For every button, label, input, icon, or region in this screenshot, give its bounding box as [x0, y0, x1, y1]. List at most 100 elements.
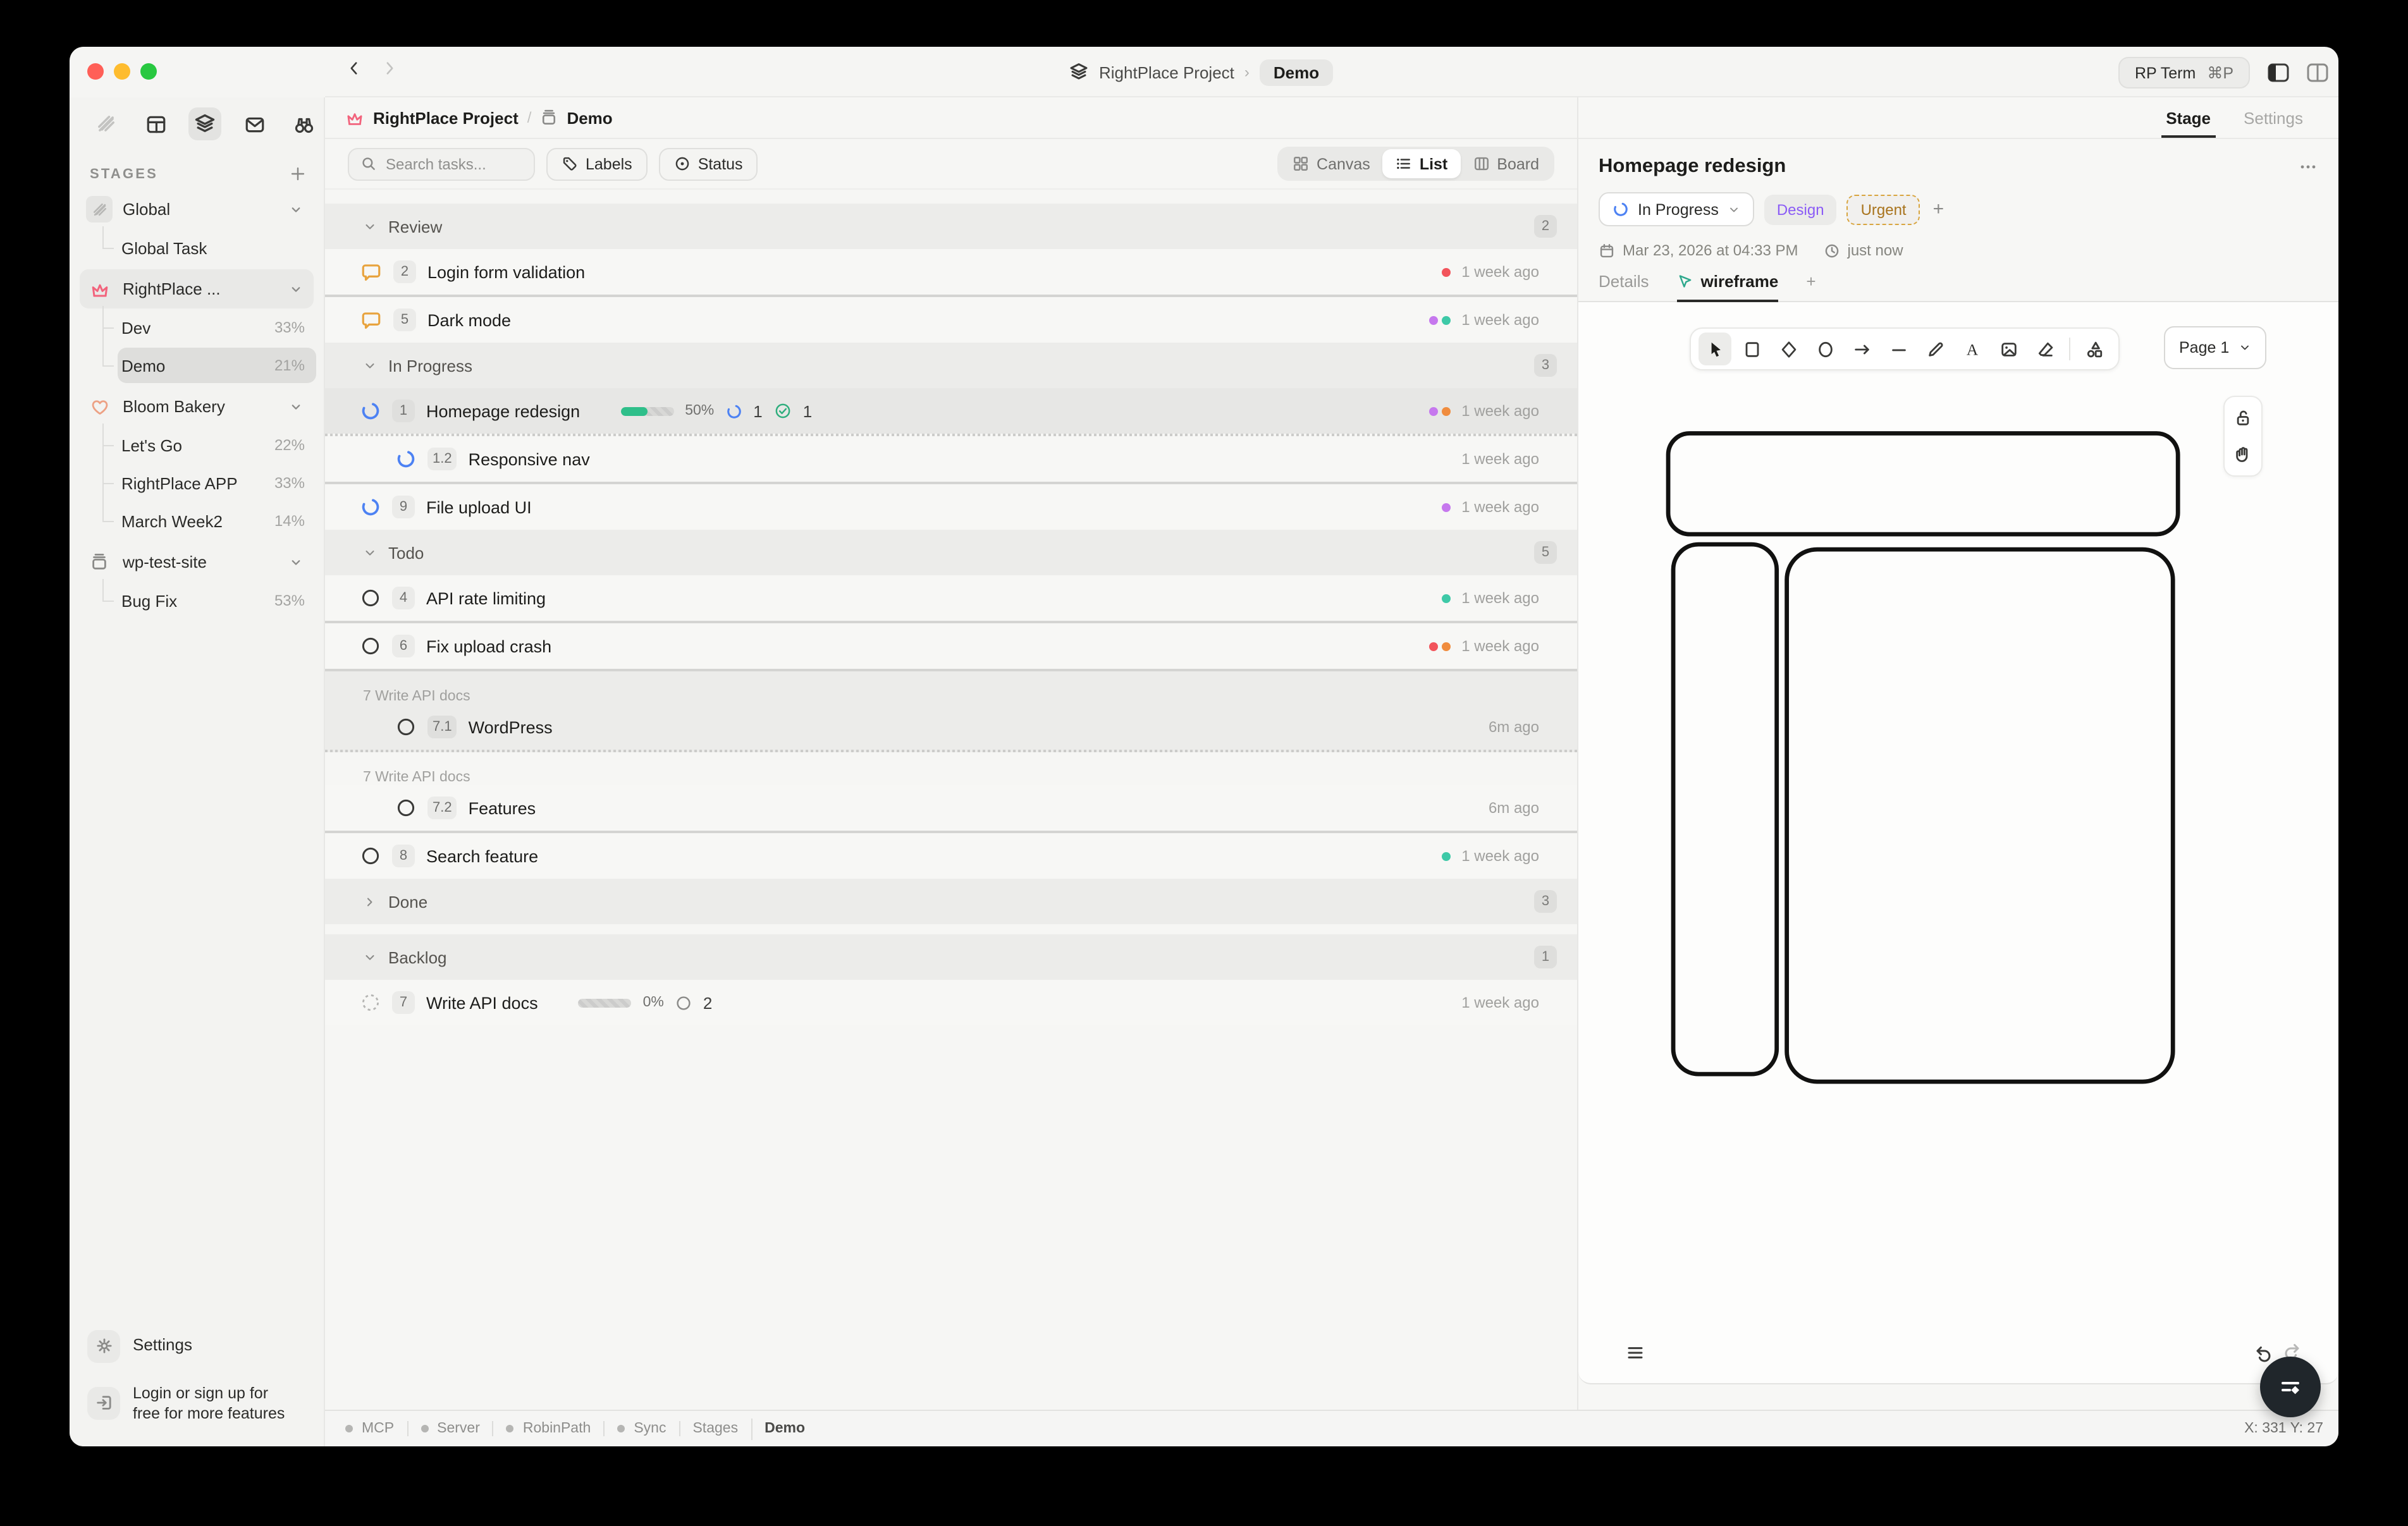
sidebar-item-bug-fix[interactable]: Bug Fix53% — [70, 582, 316, 620]
task-row-selected[interactable]: 1 Homepage redesign 50% 1 1 1 week ago — [325, 388, 1577, 434]
wireframe-rect-body[interactable] — [1787, 549, 2173, 1082]
task-row-subtask[interactable]: 7.1 WordPress 6m ago — [325, 704, 1577, 750]
group-header-todo[interactable]: Todo 5 — [325, 530, 1577, 575]
view-canvas-button[interactable]: Canvas — [1280, 149, 1383, 178]
image-tool-icon[interactable] — [1992, 333, 2025, 365]
tab-settings[interactable]: Settings — [2244, 97, 2303, 138]
sidebar-group-bloom-bakery[interactable]: Bloom Bakery — [80, 387, 314, 426]
binoculars-icon[interactable] — [287, 107, 320, 140]
chevron-down-icon[interactable] — [288, 281, 304, 296]
toggle-right-panel-icon[interactable] — [2307, 63, 2328, 82]
text-tool-icon[interactable]: A — [1955, 333, 1988, 365]
status-dot-icon — [421, 1425, 428, 1432]
arrow-tool-icon[interactable] — [1845, 333, 1878, 365]
chevron-down-icon[interactable] — [288, 202, 304, 217]
diamond-tool-icon[interactable] — [1772, 333, 1805, 365]
task-title: Responsive nav — [469, 449, 590, 468]
undo-icon[interactable] — [2252, 1343, 2273, 1363]
add-stage-icon[interactable] — [290, 166, 306, 182]
hand-tool-icon[interactable] — [2227, 439, 2259, 470]
task-row[interactable]: 6 Fix upload crash 1 week ago — [325, 623, 1577, 669]
parent-task-label: 7 Write API docs — [325, 755, 1577, 785]
tag-urgent[interactable]: Urgent — [1847, 194, 1920, 224]
sidebar-group-global[interactable]: Global — [80, 190, 314, 229]
breadcrumb-current[interactable]: Demo — [1260, 59, 1333, 85]
wireframe-rect-header[interactable] — [1668, 434, 2178, 535]
zoom-window-button[interactable] — [140, 63, 157, 80]
labels-filter-button[interactable]: Labels — [546, 147, 648, 180]
breadcrumb-project[interactable]: RightPlace Project — [1099, 63, 1234, 82]
priority-dot — [1428, 642, 1437, 650]
chevron-down-icon[interactable] — [288, 554, 304, 570]
quick-actions-fab[interactable] — [2260, 1357, 2321, 1417]
task-row[interactable]: 8 Search feature 1 week ago — [325, 833, 1577, 879]
sidebar-item-demo[interactable]: Demo21% — [70, 346, 316, 384]
forward-chevron-icon[interactable] — [381, 59, 398, 77]
app-logo-icon[interactable] — [90, 107, 123, 140]
add-tag-button[interactable]: + — [1931, 198, 1947, 220]
terminal-button[interactable]: RP Term ⌘P — [2118, 57, 2250, 89]
task-row[interactable]: 4 API rate limiting 1 week ago — [325, 575, 1577, 621]
header-project[interactable]: RightPlace Project — [373, 108, 519, 127]
toggle-left-panel-icon[interactable] — [2268, 63, 2289, 82]
select-tool-icon[interactable] — [1698, 333, 1731, 365]
wireframe-canvas[interactable]: A Page 1 — [1578, 302, 2338, 1384]
chevron-down-icon — [363, 219, 377, 233]
unlock-icon[interactable] — [2227, 402, 2259, 434]
tag-design[interactable]: Design — [1764, 194, 1837, 224]
eraser-tool-icon[interactable] — [2029, 333, 2061, 365]
tab-details[interactable]: Details — [1599, 272, 1649, 301]
status-dropdown[interactable]: In Progress — [1599, 192, 1754, 226]
layout-view-icon[interactable] — [139, 107, 172, 140]
sidebar-item-rightplace-app[interactable]: RightPlace APP33% — [70, 464, 316, 502]
minimize-window-button[interactable] — [114, 63, 130, 80]
pencil-tool-icon[interactable] — [1919, 333, 1951, 365]
close-window-button[interactable] — [87, 63, 104, 80]
tab-wireframe[interactable]: wireframe — [1677, 272, 1779, 301]
status-stages[interactable]: Stages — [692, 1421, 738, 1436]
mail-icon[interactable] — [238, 107, 271, 140]
task-row[interactable]: 7 Write API docs 0% 2 1 week ago — [325, 980, 1577, 1025]
task-row-subtask[interactable]: 7.2 Features 6m ago — [325, 785, 1577, 831]
view-list-button[interactable]: List — [1383, 149, 1460, 178]
group-header-done[interactable]: Done 3 — [325, 879, 1577, 924]
stages-view-icon[interactable] — [188, 107, 221, 140]
more-dots-icon[interactable] — [2298, 157, 2318, 177]
task-row-subtask[interactable]: 1.2 Responsive nav 1 week ago — [325, 436, 1577, 482]
sidebar-item-dev[interactable]: Dev33% — [70, 308, 316, 346]
task-progress-bar — [620, 406, 673, 415]
back-chevron-icon[interactable] — [345, 59, 363, 77]
todo-circle-icon — [360, 636, 381, 656]
sidebar-group-rightplace[interactable]: RightPlace ... — [80, 269, 314, 308]
header-current[interactable]: Demo — [567, 108, 612, 127]
shapes-tool-icon[interactable] — [2078, 333, 2111, 365]
ellipse-tool-icon[interactable] — [1809, 333, 1841, 365]
tab-stage[interactable]: Stage — [2166, 97, 2211, 138]
settings-button[interactable]: Settings — [87, 1329, 306, 1362]
menu-icon[interactable] — [1625, 1343, 1645, 1363]
task-row[interactable]: 5 Dark mode 1 week ago — [325, 297, 1577, 343]
svg-text:A: A — [1966, 340, 1978, 358]
line-tool-icon[interactable] — [1882, 333, 1915, 365]
login-button[interactable]: Login or sign up for free for more featu… — [87, 1383, 306, 1424]
sidebar-group-wp-test-site[interactable]: wp-test-site — [80, 542, 314, 582]
group-header-backlog[interactable]: Backlog 1 — [325, 934, 1577, 980]
add-tab-button[interactable]: + — [1806, 272, 1815, 301]
search-input[interactable] — [386, 155, 522, 173]
task-row[interactable]: 2 Login form validation 1 week ago — [325, 249, 1577, 295]
wireframe-rect-sidebar[interactable] — [1673, 544, 1777, 1074]
chevron-down-icon[interactable] — [288, 399, 304, 414]
task-row[interactable]: 9 File upload UI 1 week ago — [325, 484, 1577, 530]
rectangle-tool-icon[interactable] — [1735, 333, 1768, 365]
sidebar-item-march-week2[interactable]: March Week214% — [70, 502, 316, 540]
sidebar-item-global-task[interactable]: Global Task — [70, 229, 316, 267]
view-board-button[interactable]: Board — [1460, 149, 1552, 178]
group-header-review[interactable]: Review 2 — [325, 204, 1577, 249]
search-input-wrap[interactable] — [348, 147, 535, 180]
status-demo[interactable]: Demo — [765, 1421, 805, 1436]
group-header-in-progress[interactable]: In Progress 3 — [325, 343, 1577, 388]
task-title: Fix upload crash — [426, 637, 551, 656]
sidebar-item-lets-go[interactable]: Let's Go22% — [70, 426, 316, 464]
status-filter-button[interactable]: Status — [659, 147, 758, 180]
page-selector[interactable]: Page 1 — [2164, 326, 2266, 369]
